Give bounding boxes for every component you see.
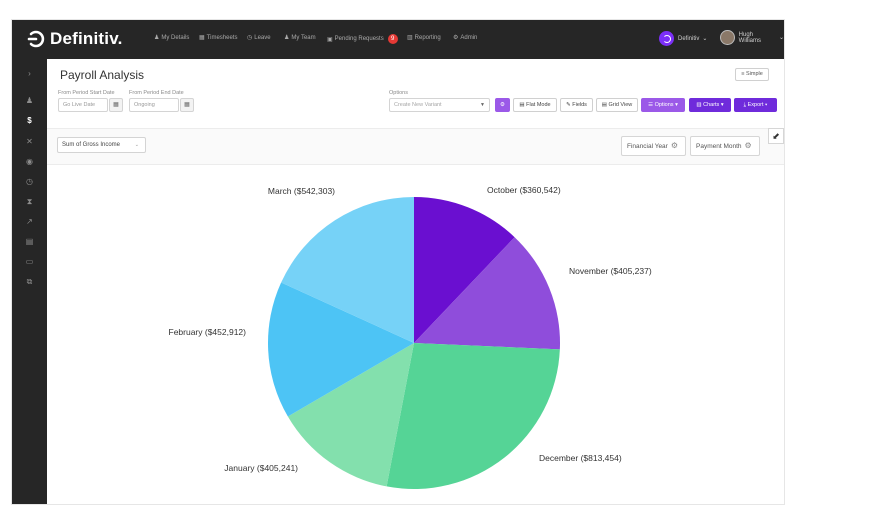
app-window: Definitiv. ♟ My Details ▦ Timesheets ◷ Leav…: [12, 20, 784, 504]
slice-label: October ($360,542): [487, 185, 561, 195]
slice-label: January ($405,241): [224, 463, 298, 473]
slice-label: February ($452,912): [169, 327, 247, 337]
pie-chart: October ($360,542) November ($405,237) Dec…: [169, 185, 652, 489]
pie-slice[interactable]: [386, 343, 560, 489]
slice-label: March ($542,303): [268, 186, 335, 196]
slice-label: December ($813,454): [539, 453, 622, 463]
slice-label: November ($405,237): [569, 266, 652, 276]
